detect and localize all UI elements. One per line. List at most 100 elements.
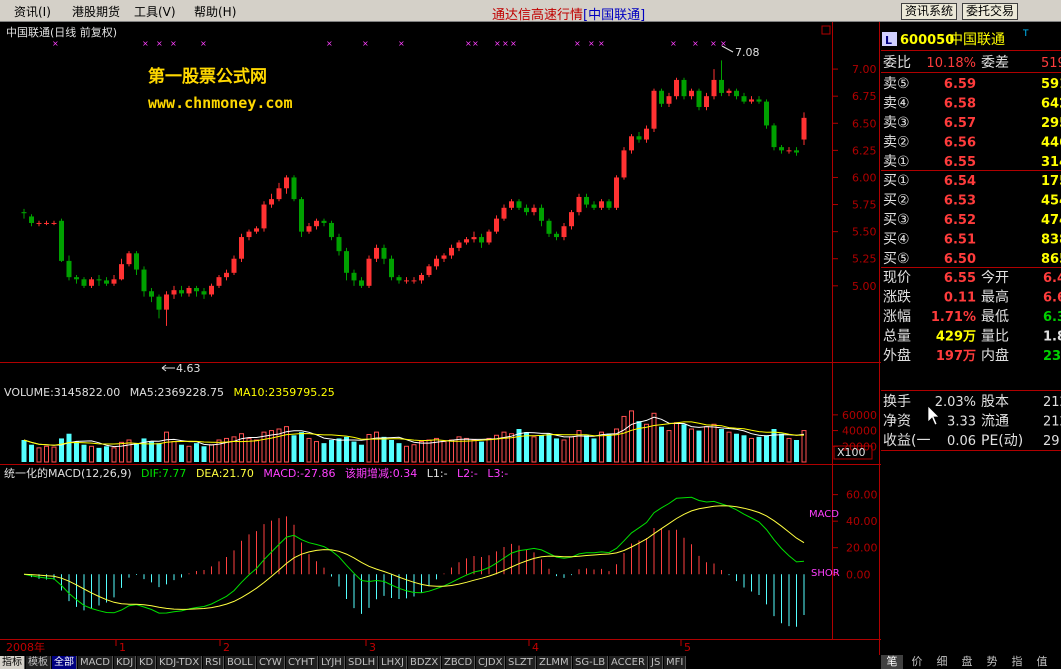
chart-title: 中国联通(日线 前复权): [6, 25, 117, 39]
stat-value: 1.8: [1043, 330, 1061, 345]
indicator-tab-cyht[interactable]: CYHT: [286, 656, 318, 669]
candle-body: [239, 237, 244, 259]
indicator-tab--[interactable]: 全部: [52, 656, 77, 669]
volume-bar-down: [21, 440, 27, 462]
signal-mark: ×: [472, 39, 479, 48]
quote-tab-6[interactable]: 值: [1031, 655, 1053, 669]
indicator-tab-lhxj[interactable]: LHXJ: [379, 656, 407, 669]
indicator-tab-sdlh[interactable]: SDLH: [346, 656, 379, 669]
volume-ma5: MA5:2369228.75: [130, 386, 224, 399]
indicator-tab-lyjh[interactable]: LYJH: [319, 656, 345, 669]
signal-mark: ×: [465, 39, 472, 48]
candle-body: [621, 150, 627, 178]
candle-body: [201, 291, 207, 295]
signal-mark: ×: [574, 39, 581, 48]
quote-tab-5[interactable]: 指: [1006, 655, 1028, 669]
indicator-tab--[interactable]: 模板: [26, 656, 51, 669]
signal-mark: ×: [598, 39, 605, 48]
macd-dif: DIF:7.77: [141, 467, 186, 480]
stat-label: 涨跌: [883, 290, 911, 306]
order-label: 买⑤: [883, 251, 910, 267]
indicator-tab-rsi[interactable]: RSI: [203, 656, 225, 669]
order-label: 买④: [883, 232, 910, 248]
chart-area[interactable]: 7.00 6.75 6.50 6.25 6.00 5.75 5.50 5.25 5.00 600…: [0, 22, 881, 655]
volume-bar-down: [329, 440, 334, 462]
volume-bar-down: [29, 444, 34, 462]
stat-value: 0.06: [947, 434, 976, 449]
volume-bar-down: [636, 421, 642, 462]
quote-tab-3[interactable]: 盘: [956, 655, 978, 669]
signal-mark: ×: [670, 39, 677, 48]
stat-value: 212亿: [1043, 395, 1061, 410]
candle-body: [89, 279, 94, 286]
indicator-tab-kd[interactable]: KD: [137, 656, 157, 669]
indicator-tab-kdj-tdx[interactable]: KDJ-TDX: [157, 656, 203, 669]
signal-mark: ×: [52, 39, 59, 48]
candle-body: [254, 228, 259, 232]
stat-value: 1.71%: [931, 310, 976, 325]
menu-info[interactable]: 资讯(I): [14, 3, 51, 20]
menu-tools[interactable]: 工具(V): [134, 3, 176, 20]
indicator-tab-zlmm[interactable]: ZLMM: [537, 656, 572, 669]
candle-body: [501, 207, 507, 219]
indicator-tab-cyw[interactable]: CYW: [257, 656, 285, 669]
indicator-tab-accer[interactable]: ACCER: [609, 656, 648, 669]
menu-help[interactable]: 帮助(H): [194, 3, 236, 20]
volume-bar-down: [359, 444, 364, 462]
candle-body: [734, 90, 739, 97]
date-label-apr: 4: [532, 641, 539, 654]
indicator-tab-sg-lb[interactable]: SG-LB: [573, 656, 609, 669]
indicator-tab-kdj[interactable]: KDJ: [114, 656, 137, 669]
candle-body: [194, 287, 199, 292]
indicator-tab-slzt[interactable]: SLZT: [506, 656, 536, 669]
order-label: 卖②: [883, 135, 910, 151]
volume-header: VOLUME:3145822.00 MA5:2369228.75 MA10:23…: [4, 386, 335, 399]
menu-hk-futures[interactable]: 港股期货: [72, 3, 120, 20]
order-volume: 865: [1041, 252, 1061, 267]
quote-tab-1[interactable]: 价: [906, 655, 928, 669]
volume-bar-down: [764, 435, 769, 462]
indicator-tab--[interactable]: 指标: [0, 656, 25, 669]
candle-body: [741, 96, 747, 102]
candle-body: [524, 207, 529, 213]
stat-label: 换手: [883, 393, 911, 410]
quote-tab-0[interactable]: 笔: [881, 655, 903, 669]
candle-body: [516, 201, 522, 208]
watermark-title: 第一股票公式网: [148, 66, 267, 87]
volume-bar-down: [719, 429, 724, 462]
indicator-tab-cjdx[interactable]: CJDX: [476, 656, 506, 669]
macd-dea: DEA:21.70: [196, 467, 254, 480]
quote-tab-2[interactable]: 细: [931, 655, 953, 669]
indicator-tab-js[interactable]: JS: [649, 656, 664, 669]
trade-button[interactable]: 委托交易: [962, 3, 1019, 20]
candle-body: [689, 90, 694, 97]
candle-body: [374, 247, 379, 259]
volume-bar-down: [74, 441, 79, 462]
candle-body: [711, 79, 717, 97]
signal-mark: ×: [494, 39, 501, 48]
candle-body: [164, 294, 169, 310]
order-label: 买③: [883, 212, 910, 228]
info-system-button[interactable]: 资讯系统: [901, 3, 958, 20]
candle-body: [411, 280, 417, 282]
indicator-tab-mfi[interactable]: MFI: [664, 656, 687, 669]
candle-body: [231, 258, 237, 273]
candle-body: [21, 212, 27, 214]
volume-bar-down: [59, 438, 64, 462]
volume-bar-down: [96, 447, 102, 462]
signal-mark: ×: [502, 39, 509, 48]
volume-bar-down: [734, 433, 739, 462]
volume-bar-down: [606, 433, 612, 462]
candle-body: [771, 125, 777, 148]
order-price: 6.59: [944, 77, 976, 92]
indicator-tab-macd[interactable]: MACD: [78, 656, 113, 669]
quote-tab-4[interactable]: 势: [981, 655, 1003, 669]
indicator-tab-zbcd[interactable]: ZBCD: [442, 656, 476, 669]
indicator-tab-boll[interactable]: BOLL: [225, 656, 256, 669]
macd-tick-label: 40.00: [846, 515, 878, 528]
volume-bar-down: [554, 438, 559, 462]
macd-value: MACD:-27.86: [263, 467, 335, 480]
indicator-tab-bdzx[interactable]: BDZX: [408, 656, 442, 669]
macd-l2: L2:-: [457, 467, 478, 480]
macd-l3: L3:-: [487, 467, 508, 480]
